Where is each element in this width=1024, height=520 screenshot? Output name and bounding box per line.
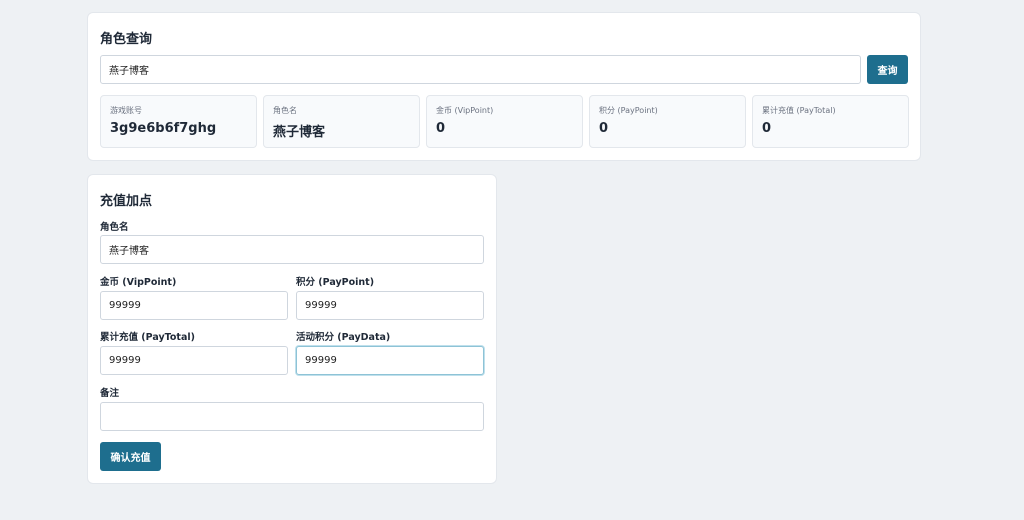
pay-point-value: 99999 [305, 300, 337, 311]
vip-point-value: 99999 [109, 300, 141, 311]
pay-total-label: 累计充值 (PayTotal) [100, 332, 195, 343]
stat-label: 游戏账号 [110, 106, 142, 115]
role-query-card: 角色查询 燕子博客 查询 游戏账号 3g9e6b6f7ghg 角色名 燕子博客 … [87, 12, 921, 161]
stat-label: 累计充值 (PayTotal) [762, 106, 836, 115]
role-search-value: 燕子博客 [109, 66, 149, 77]
role-name-input[interactable]: 燕子博客 [100, 235, 484, 264]
pay-point-input[interactable]: 99999 [296, 291, 484, 320]
vip-point-label: 金币 (VipPoint) [100, 277, 177, 288]
stat-value: 0 [436, 121, 446, 136]
role-name-value: 燕子博客 [109, 246, 149, 257]
stat-game-account: 游戏账号 3g9e6b6f7ghg [100, 95, 257, 148]
stat-value: 燕子博客 [273, 125, 326, 140]
confirm-recharge-button[interactable]: 确认充值 [100, 442, 161, 471]
pay-point-label: 积分 (PayPoint) [296, 277, 375, 288]
stat-vip-point: 金币 (VipPoint) 0 [426, 95, 583, 148]
search-button[interactable]: 查询 [867, 55, 908, 84]
role-search-input[interactable]: 燕子博客 [100, 55, 861, 84]
pay-total-input[interactable]: 99999 [100, 346, 288, 375]
vip-point-input[interactable]: 99999 [100, 291, 288, 320]
stat-value: 0 [762, 121, 772, 136]
pay-data-input[interactable]: 99999 [296, 346, 484, 375]
stat-role-name: 角色名 燕子博客 [263, 95, 420, 148]
pay-data-label: 活动积分 (PayData) [296, 332, 391, 343]
stat-label: 角色名 [273, 106, 297, 115]
stat-label: 金币 (VipPoint) [436, 106, 494, 115]
query-card-title: 角色查询 [100, 32, 153, 47]
remark-input[interactable] [100, 402, 484, 431]
stat-label: 积分 (PayPoint) [599, 106, 658, 115]
remark-label: 备注 [100, 388, 120, 399]
pay-total-value: 99999 [109, 355, 141, 366]
recharge-card-title: 充值加点 [100, 194, 153, 209]
role-name-label: 角色名 [100, 222, 129, 233]
stat-pay-point: 积分 (PayPoint) 0 [589, 95, 746, 148]
stat-pay-total: 累计充值 (PayTotal) 0 [752, 95, 909, 148]
recharge-card: 充值加点 角色名 燕子博客 金币 (VipPoint) 99999 积分 (Pa… [87, 174, 497, 484]
stat-value: 0 [599, 121, 609, 136]
pay-data-value: 99999 [305, 355, 337, 366]
stat-value: 3g9e6b6f7ghg [110, 121, 217, 136]
